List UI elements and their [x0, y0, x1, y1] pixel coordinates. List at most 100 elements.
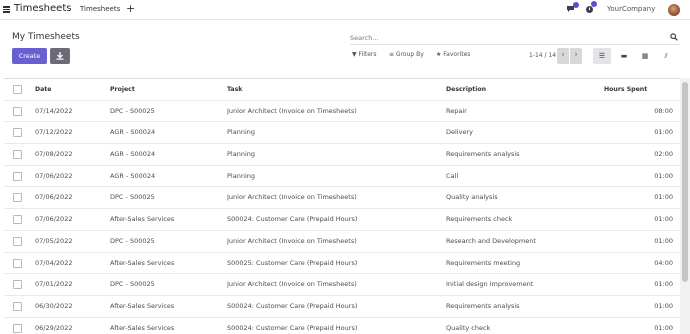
filters-button[interactable]: ▼ Filters — [352, 51, 377, 58]
cell-task: Planning — [227, 128, 255, 137]
row-checkbox[interactable] — [13, 301, 22, 311]
favorites-button[interactable]: ★ Favorites — [436, 51, 470, 58]
cell-hours: 04:00 — [654, 258, 673, 267]
search-input[interactable] — [350, 31, 660, 44]
cell-hours: 08:00 — [654, 106, 673, 115]
row-checkbox[interactable] — [13, 106, 22, 116]
table-row[interactable]: 07/06/2022 After-Sales Services S00024: Cu… — [4, 209, 680, 231]
row-checkbox[interactable] — [13, 171, 22, 181]
download-icon — [56, 52, 64, 60]
add-menu-icon[interactable]: + — [126, 2, 135, 15]
pager-next-button[interactable]: › — [570, 48, 582, 64]
cell-date: 07/08/2022 — [35, 150, 73, 159]
row-checkbox[interactable] — [13, 215, 22, 225]
user-avatar[interactable] — [668, 4, 680, 16]
table-row[interactable]: 06/29/2022 After-Sales Services S00024: Cu… — [4, 318, 680, 334]
cell-project: AGR - S00024 — [110, 128, 156, 137]
cell-date: 07/14/2022 — [35, 106, 73, 115]
scrollbar-thumb[interactable] — [682, 82, 688, 282]
table-row[interactable]: 07/08/2022 AGR - S00024 Planning Requiremen… — [4, 144, 680, 166]
graph-view-icon[interactable]: ⫽ — [657, 48, 675, 64]
company-switcher[interactable]: YourCompany — [607, 5, 655, 13]
cell-hours: 02:00 — [654, 150, 673, 159]
cell-project: AGR - S00024 — [110, 171, 156, 180]
table-row[interactable]: 07/05/2022 DPC - S00025 Junior Architect (… — [4, 231, 680, 253]
cell-hours: 01:00 — [654, 128, 673, 137]
cell-project: After-Sales Services — [110, 215, 175, 224]
cell-task: Junior Architect (Invoice on Timesheets) — [227, 236, 357, 245]
table-row[interactable]: 07/06/2022 AGR - S00024 Planning Call 01:00 — [4, 166, 680, 188]
cell-task: S00024: Customer Care (Prepaid Hours) — [227, 323, 358, 332]
cell-description: Research and Development — [446, 236, 536, 245]
download-button[interactable] — [50, 48, 70, 64]
grid-view-icon[interactable]: ▦ — [636, 48, 654, 64]
cell-project: DPC - S00025 — [110, 193, 155, 202]
apps-menu-icon[interactable] — [2, 5, 11, 14]
cell-hours: 01:00 — [654, 323, 673, 332]
cell-description: Delivery — [446, 128, 473, 137]
cell-task: Planning — [227, 171, 255, 180]
cell-task: S00024: Customer Care (Prepaid Hours) — [227, 301, 358, 310]
timesheet-table: Date Project Task Description Hours Spen… — [4, 78, 680, 334]
activity-badge — [591, 1, 597, 7]
cell-hours: 01:00 — [654, 301, 673, 310]
list-view-icon[interactable]: ☰ — [593, 48, 611, 64]
app-title[interactable]: Timesheets — [14, 3, 71, 14]
cell-project: DPC - S00025 — [110, 280, 155, 289]
cell-project: DPC - S00025 — [110, 236, 155, 245]
column-header-task[interactable]: Task — [227, 79, 442, 100]
cell-project: After-Sales Services — [110, 258, 175, 267]
column-header-project[interactable]: Project — [110, 79, 220, 100]
select-all-checkbox[interactable] — [13, 85, 22, 94]
cell-hours: 01:00 — [654, 171, 673, 180]
cell-date: 07/12/2022 — [35, 128, 73, 137]
cell-hours: 01:00 — [654, 193, 673, 202]
cell-project: After-Sales Services — [110, 323, 175, 332]
cell-description: Requirements analysis — [446, 150, 520, 159]
chat-icon[interactable] — [566, 2, 579, 13]
row-checkbox[interactable] — [13, 280, 22, 290]
row-checkbox[interactable] — [13, 236, 22, 246]
cell-project: AGR - S00024 — [110, 150, 156, 159]
column-header-date[interactable]: Date — [35, 79, 105, 100]
group-by-button[interactable]: ≡ Group By — [389, 51, 424, 58]
cell-description: Requirements check — [446, 215, 513, 224]
top-navbar: Timesheets Timesheets + YourCompany — [0, 0, 690, 20]
row-checkbox[interactable] — [13, 193, 22, 203]
cell-description: Call — [446, 171, 459, 180]
column-header-description[interactable]: Description — [446, 79, 596, 100]
cell-description: Requirements meeting — [446, 258, 521, 267]
chat-badge — [573, 2, 579, 8]
cell-date: 06/30/2022 — [35, 301, 73, 310]
search-icon[interactable] — [670, 33, 678, 41]
cell-task: S00024: Customer Care (Prepaid Hours) — [227, 215, 358, 224]
table-row[interactable]: 07/01/2022 DPC - S00025 Junior Architect (… — [4, 274, 680, 296]
column-header-hours[interactable]: Hours Spent — [604, 79, 674, 100]
cell-date: 07/04/2022 — [35, 258, 73, 267]
table-row[interactable]: 07/14/2022 DPC - S00025 Junior Architect (… — [4, 101, 680, 123]
table-row[interactable]: 07/06/2022 DPC - S00025 Junior Architect (… — [4, 187, 680, 210]
row-checkbox[interactable] — [13, 128, 22, 138]
cell-hours: 01:00 — [654, 280, 673, 289]
cell-task: Junior Architect (Invoice on Timesheets) — [227, 280, 357, 289]
cell-date: 07/06/2022 — [35, 215, 73, 224]
table-row[interactable]: 07/04/2022 After-Sales Services S00025: Cu… — [4, 253, 680, 275]
menu-timesheets[interactable]: Timesheets — [80, 5, 120, 13]
vertical-scrollbar[interactable] — [680, 78, 690, 334]
row-checkbox[interactable] — [13, 258, 22, 268]
create-button[interactable]: Create — [12, 48, 47, 64]
search-bar — [350, 31, 680, 45]
row-checkbox[interactable] — [13, 150, 22, 160]
cell-description: Quality analysis — [446, 193, 498, 202]
cell-project: After-Sales Services — [110, 301, 175, 310]
cell-hours: 01:00 — [654, 236, 673, 245]
cell-date: 07/01/2022 — [35, 280, 73, 289]
cell-description: Quality check — [446, 323, 491, 332]
kanban-view-icon[interactable]: ▬ — [615, 48, 633, 64]
table-row[interactable]: 07/12/2022 AGR - S00024 Planning Delivery 01… — [4, 122, 680, 145]
pager-previous-button[interactable]: ‹ — [557, 48, 569, 64]
table-row[interactable]: 06/30/2022 After-Sales Services S00024: Cu… — [4, 296, 680, 318]
row-checkbox[interactable] — [13, 323, 22, 333]
pager-value[interactable]: 1-14 / 14 — [529, 52, 556, 59]
activity-clock-icon[interactable] — [585, 1, 597, 14]
